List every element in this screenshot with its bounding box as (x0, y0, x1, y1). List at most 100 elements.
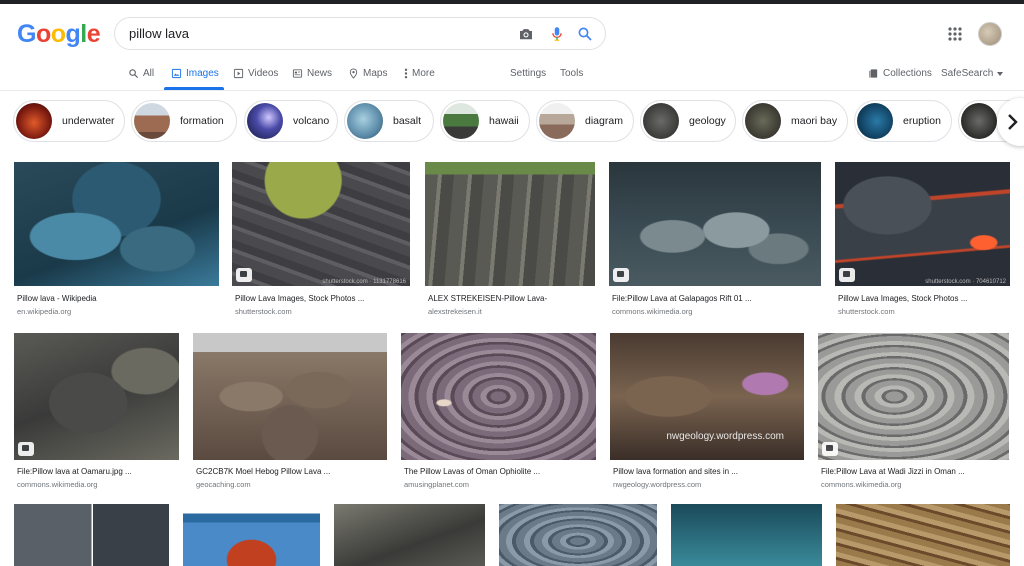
tab-label: More (412, 68, 435, 79)
tab-videos[interactable]: Videos (233, 68, 278, 79)
chip-label: eruption (903, 115, 941, 127)
tab-label: Videos (248, 68, 279, 79)
logo-letter: o (50, 20, 66, 48)
result-source: shutterstock.com (838, 307, 895, 316)
image-result[interactable]: shutterstock.com · 1131778616 Pillow Lav… (232, 162, 410, 320)
chip-label: volcano (293, 115, 330, 127)
chip-volcano[interactable]: volcano (244, 100, 338, 142)
chip-underwater[interactable]: underwater (13, 100, 125, 142)
result-thumbnail (183, 504, 320, 566)
account-avatar[interactable] (978, 22, 1002, 46)
image-result[interactable] (334, 504, 485, 566)
image-type-badge (613, 268, 629, 282)
image-result[interactable]: File:Pillow Lava at Galapagos Rift 01 ..… (609, 162, 821, 320)
result-thumbnail (334, 504, 485, 566)
chip-formation[interactable]: formation (131, 100, 237, 142)
tab-news[interactable]: News (292, 68, 332, 79)
result-source: amusingplanet.com (404, 480, 470, 489)
search-icon (129, 69, 139, 79)
tab-all[interactable]: All (128, 68, 154, 79)
result-source: nwgeology.wordpress.com (613, 480, 702, 489)
more-dots-icon (404, 68, 408, 79)
result-source: commons.wikimedia.org (821, 480, 902, 489)
result-title: Pillow lava - Wikipedia (17, 294, 97, 303)
image-type-badge (822, 442, 838, 456)
tab-maps[interactable]: Maps (348, 68, 387, 79)
result-thumbnail: shutterstock.com · 1131778616 (232, 162, 410, 286)
result-source: commons.wikimedia.org (612, 307, 693, 316)
image-result[interactable]: GC2CB7K Moel Hebog Pillow Lava ... geoca… (193, 333, 387, 491)
tab-label: News (307, 68, 333, 79)
search-input[interactable]: pillow lava (129, 26, 189, 41)
result-thumbnail: nwgeology.wordpress.com (610, 333, 804, 460)
chip-thumbnail (539, 103, 575, 139)
logo-letter: e (86, 20, 101, 48)
image-result[interactable] (671, 504, 822, 566)
collections-link[interactable]: Collections (868, 68, 932, 79)
image-result[interactable]: Pillow lava - Wikipedia en.wikipedia.org (14, 162, 219, 320)
image-type-badge (18, 442, 34, 456)
safesearch-dropdown[interactable]: SafeSearch (941, 68, 1004, 79)
result-thumbnail (14, 162, 219, 286)
watermark: shutterstock.com · 1131778616 (322, 279, 406, 285)
microphone-icon[interactable] (548, 25, 566, 43)
related-searches-chips: underwater formation volcano basalt hawa… (13, 100, 1024, 144)
watermark: nwgeology.wordpress.com (666, 431, 784, 442)
image-result[interactable]: ALEX STREKEISEN-Pillow Lava- alexstrekei… (425, 162, 595, 320)
result-thumbnail (836, 504, 1010, 566)
top-border (0, 0, 1024, 4)
chip-label: diagram (585, 115, 623, 127)
image-result[interactable] (14, 504, 169, 566)
tab-images[interactable]: Images (171, 68, 219, 79)
result-thumbnail (425, 162, 595, 286)
chip-thumbnail (247, 103, 283, 139)
image-type-badge (236, 268, 252, 282)
image-type-badge (839, 268, 855, 282)
chip-thumbnail (857, 103, 893, 139)
result-title: GC2CB7K Moel Hebog Pillow Lava ... (196, 467, 331, 476)
image-result[interactable] (836, 504, 1010, 566)
chip-eruption[interactable]: eruption (854, 100, 952, 142)
chip-label: maori bay (791, 115, 838, 127)
collections-icon (869, 69, 878, 78)
play-icon (233, 68, 244, 79)
settings-link[interactable]: Settings (510, 68, 546, 79)
chip-diagram[interactable]: diagram (536, 100, 634, 142)
result-title: File:Pillow lava at Oamaru.jpg ... (17, 467, 132, 476)
chip-label: basalt (393, 115, 422, 127)
collections-label: Collections (883, 68, 932, 79)
image-result[interactable]: shutterstock.com · 704610712 Pillow Lava… (835, 162, 1010, 320)
apps-grid-icon[interactable] (948, 27, 962, 41)
result-source: shutterstock.com (235, 307, 292, 316)
image-result[interactable]: File:Pillow lava at Oamaru.jpg ... commo… (14, 333, 179, 491)
result-source: en.wikipedia.org (17, 307, 72, 316)
nav-divider (0, 90, 1024, 91)
result-thumbnail (14, 333, 179, 460)
image-result[interactable] (499, 504, 657, 566)
camera-icon[interactable] (517, 25, 535, 43)
chip-thumbnail (643, 103, 679, 139)
chip-hawaii[interactable]: hawaii (440, 100, 530, 142)
safesearch-label: SafeSearch (941, 68, 994, 79)
chip-maori-bay[interactable]: maori bay (742, 100, 848, 142)
logo-letter: o (35, 20, 51, 48)
image-result[interactable]: File:Pillow Lava at Wadi Jizzi in Oman .… (818, 333, 1009, 491)
image-result[interactable]: The Pillow Lavas of Oman Ophiolite ... a… (401, 333, 596, 491)
tools-link[interactable]: Tools (560, 68, 583, 79)
chip-thumbnail (134, 103, 170, 139)
chip-basalt[interactable]: basalt (344, 100, 434, 142)
google-logo[interactable]: Google (17, 20, 101, 49)
image-result[interactable]: nwgeology.wordpress.com Pillow lava form… (610, 333, 804, 491)
result-thumbnail (401, 333, 596, 460)
logo-letter: G (17, 20, 36, 48)
chip-geology[interactable]: geology (640, 100, 736, 142)
result-thumbnail (499, 504, 657, 566)
caret-down-icon (997, 71, 1004, 76)
result-title: Pillow Lava Images, Stock Photos ... (838, 294, 968, 303)
image-result[interactable] (183, 504, 320, 566)
tab-more[interactable]: More (404, 68, 435, 79)
result-source: geocaching.com (196, 480, 251, 489)
search-box[interactable]: pillow lava (114, 17, 606, 50)
result-source: alexstrekeisen.it (428, 307, 482, 316)
search-icon[interactable] (576, 25, 594, 43)
